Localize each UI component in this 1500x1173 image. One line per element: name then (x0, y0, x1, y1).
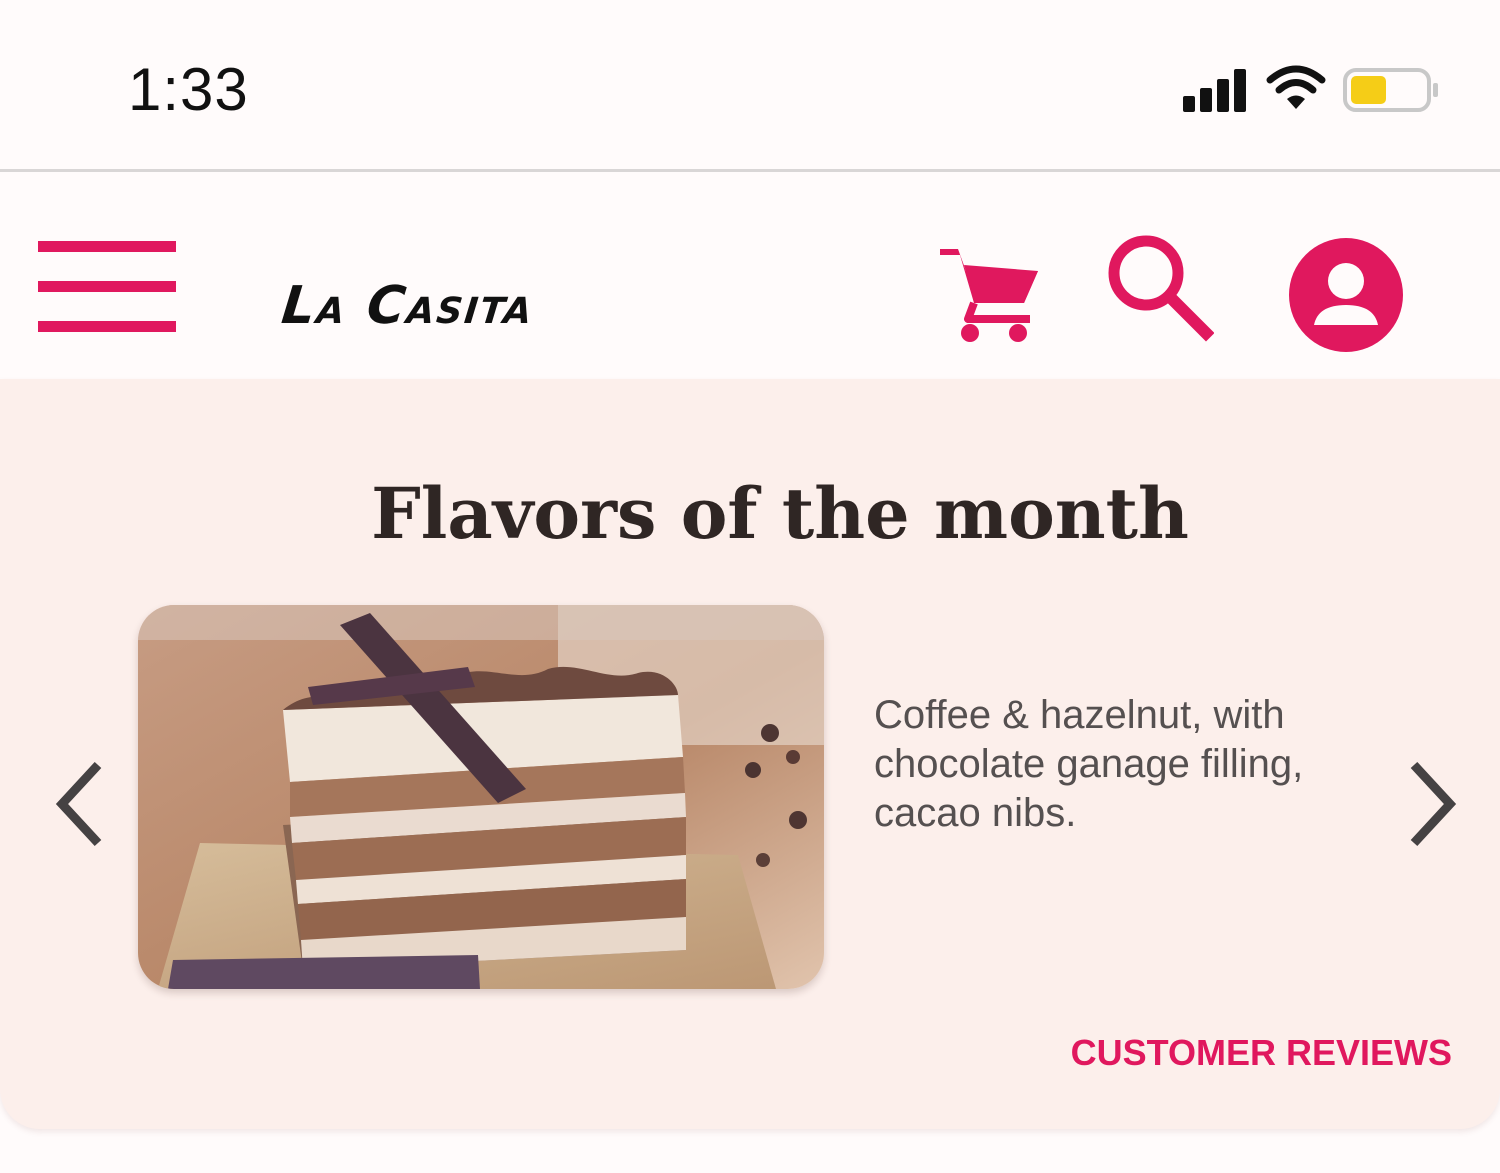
previous-flavor-button[interactable] (50, 759, 112, 849)
menu-button[interactable] (38, 241, 178, 333)
status-time: 1:33 (128, 56, 249, 123)
search-button[interactable] (1104, 233, 1215, 343)
signal-icon (1183, 69, 1246, 112)
menu-icon (38, 241, 176, 332)
account-icon (1289, 238, 1403, 352)
flavors-card: Flavors of the month Coffee & hazelnut, … (0, 379, 1500, 1129)
account-button[interactable] (1288, 237, 1404, 353)
brand-logo: La Casita (278, 276, 538, 336)
wifi-icon (1266, 65, 1326, 109)
status-bar: 1:33 (0, 0, 1500, 172)
cart-button[interactable] (938, 241, 1042, 345)
search-icon (1108, 235, 1215, 342)
product-image (138, 605, 824, 989)
next-flavor-button[interactable] (1400, 759, 1462, 849)
feature-title: Flavors of the month (371, 472, 1189, 555)
app-header: La Casita (0, 175, 1500, 379)
layered-cake-image (138, 605, 824, 989)
battery-icon (1343, 68, 1438, 112)
customer-reviews-link[interactable]: CUSTOMER REVIEWS (1071, 1031, 1452, 1075)
product-description: Coffee & hazelnut, with chocolate ganage… (874, 693, 1304, 835)
chevron-right-icon (1410, 761, 1457, 847)
chevron-left-icon (55, 761, 102, 847)
cart-icon (940, 249, 1038, 342)
